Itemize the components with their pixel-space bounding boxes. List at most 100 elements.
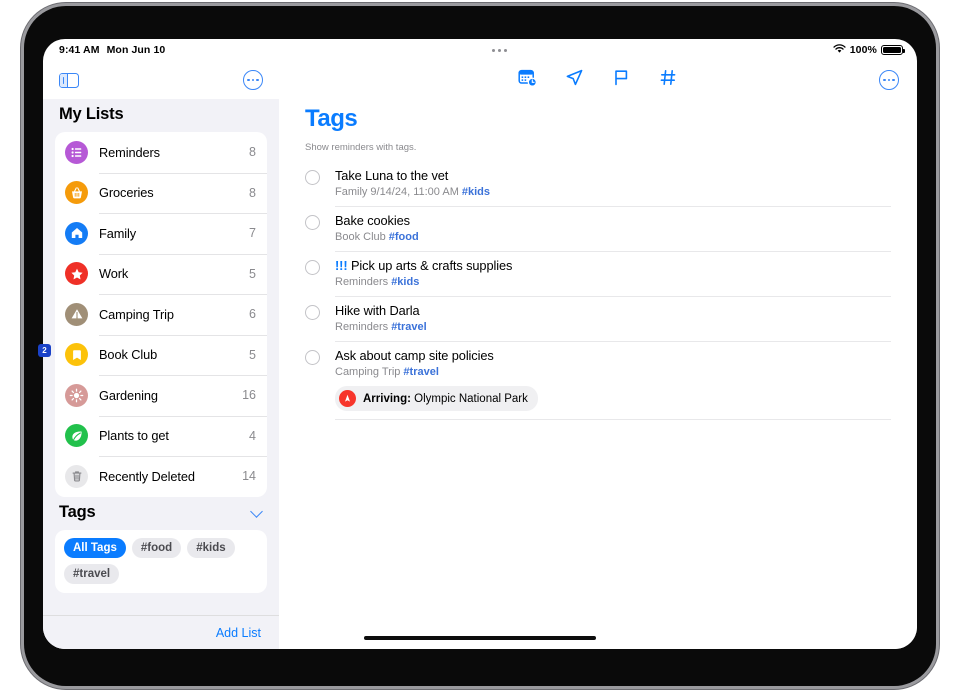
sidebar-list-item[interactable]: Family 7	[55, 213, 267, 254]
tags-section-header[interactable]: Tags	[55, 497, 267, 530]
star-icon	[65, 262, 88, 286]
reminder-row[interactable]: Ask about camp site policies Camping Tri…	[305, 341, 891, 419]
tag-chip[interactable]: #travel	[64, 563, 120, 584]
sidebar-list-label: Recently Deleted	[99, 468, 195, 484]
basket-icon	[65, 181, 88, 205]
sidebar-list-item[interactable]: Camping Trip 6	[55, 294, 267, 335]
app-content: My Lists Reminders 8 Groceries 8 Family 7 W…	[43, 61, 917, 649]
tag-chip[interactable]: #kids	[187, 537, 235, 558]
tag-chip[interactable]: All Tags	[64, 537, 126, 558]
location-alert-badge[interactable]: Arriving: Olympic National Park	[335, 386, 538, 411]
reminder-meta: Reminders #kids	[335, 276, 891, 288]
tags-hash-icon[interactable]	[659, 68, 678, 92]
sidebar-list-item[interactable]: Reminders 8	[55, 132, 267, 173]
main-toolbar	[279, 61, 917, 99]
tent-icon	[65, 302, 88, 326]
reminder-row[interactable]: Bake cookies Book Club #food	[305, 206, 891, 251]
chevron-down-icon[interactable]	[250, 504, 263, 518]
home-indicator[interactable]	[364, 635, 596, 640]
reminder-body: Hike with Darla Reminders #travel	[335, 303, 891, 333]
reminder-row[interactable]: !!! Pick up arts & crafts supplies Remin…	[305, 251, 891, 296]
reminder-body: !!! Pick up arts & crafts supplies Remin…	[335, 258, 891, 288]
today-location-arrow-icon[interactable]	[565, 68, 584, 92]
sun-sparkle-icon	[65, 383, 88, 407]
tag-chip[interactable]: #food	[131, 537, 182, 558]
reminder-title-text: Pick up arts & crafts supplies	[350, 258, 513, 273]
reminder-title: Ask about camp site policies	[335, 348, 891, 363]
reminder-title: Hike with Darla	[335, 303, 891, 318]
reminder-checkbox[interactable]	[305, 215, 320, 230]
multitasking-dots-icon[interactable]	[491, 48, 507, 52]
page-subtitle: Show reminders with tags.	[305, 142, 417, 153]
callout-marker-2: 2	[38, 344, 51, 357]
reminder-list: Take Luna to the vet Family 9/14/24, 11:0…	[279, 161, 917, 420]
status-bar-right: 100%	[833, 43, 906, 57]
reminder-checkbox[interactable]	[305, 260, 320, 275]
sidebar-list-label: Book Club	[99, 347, 158, 363]
sidebar-list-item[interactable]: Plants to get 4	[55, 415, 267, 457]
reminder-list-name: Reminders	[335, 321, 389, 333]
add-list-button[interactable]: Add List	[216, 626, 261, 640]
reminder-tag: #travel	[391, 321, 427, 333]
sidebar-list-item[interactable]: Work 5	[55, 253, 267, 295]
reminder-checkbox[interactable]	[305, 305, 320, 320]
house-icon	[65, 221, 88, 245]
status-date: Mon Jun 10	[106, 44, 166, 56]
reminder-row[interactable]: Hike with Darla Reminders #travel	[305, 296, 891, 341]
tag-chip-list: All Tags #food #kids #travel	[64, 537, 258, 584]
reminder-meta: Family 9/14/24, 11:00 AM #kids	[335, 186, 891, 198]
sidebar-more-ellipsis-icon[interactable]	[243, 70, 263, 90]
reminder-body: Ask about camp site policies Camping Tri…	[335, 348, 891, 411]
flagged-flag-icon[interactable]	[612, 68, 631, 92]
page-title: Tags	[305, 105, 358, 132]
reminder-checkbox[interactable]	[305, 170, 320, 185]
sidebar-list-label: Work	[99, 266, 129, 282]
battery-percent-label: 100%	[849, 44, 877, 56]
reminder-title: Bake cookies	[335, 213, 891, 228]
reminder-tag: #kids	[461, 186, 491, 198]
reminder-row[interactable]: Take Luna to the vet Family 9/14/24, 11:0…	[305, 161, 891, 206]
reminder-title-text: Ask about camp site policies	[335, 348, 494, 363]
main-panel: Tags Show reminders with tags. Take Luna…	[279, 61, 917, 649]
battery-full-icon	[881, 44, 906, 56]
sidebar-list-label: Gardening	[99, 387, 158, 403]
sidebar-list-count: 16	[242, 388, 256, 403]
screen: 9:41 AM Mon Jun 10 100% My Lists Reminde…	[43, 39, 917, 649]
sidebar-list-label: Groceries	[99, 185, 154, 201]
reminder-list-name: Reminders	[335, 276, 389, 288]
sidebar-list-count: 8	[249, 145, 256, 160]
sidebar-toolbar	[43, 61, 279, 99]
location-badge-value: Olympic National Park	[414, 392, 528, 405]
sidebar-list-label: Plants to get	[99, 428, 169, 444]
sidebar: My Lists Reminders 8 Groceries 8 Family 7 W…	[43, 61, 279, 649]
status-bar-left: 9:41 AM Mon Jun 10	[59, 44, 165, 56]
reminder-tag: #kids	[391, 276, 420, 288]
sidebar-list-count: 14	[242, 469, 256, 484]
reminder-list-name: Family	[335, 186, 368, 198]
sidebar-footer: Add List	[43, 615, 279, 649]
wifi-icon	[833, 43, 846, 57]
reminder-checkbox[interactable]	[305, 350, 320, 365]
reminder-meta: Reminders #travel	[335, 321, 891, 333]
reminder-date: 9/14/24, 11:00 AM	[370, 186, 459, 198]
sidebar-list-item[interactable]: Groceries 8	[55, 172, 267, 214]
tags-card: All Tags #food #kids #travel	[55, 529, 267, 593]
tags-heading: Tags	[59, 502, 96, 521]
reminder-tag: #food	[388, 231, 419, 243]
reminder-body: Bake cookies Book Club #food	[335, 213, 891, 243]
status-bar: 9:41 AM Mon Jun 10 100%	[43, 39, 917, 61]
leaf-icon	[65, 424, 88, 448]
sidebar-toggle-icon[interactable]	[59, 72, 79, 88]
sidebar-list-count: 7	[249, 226, 256, 241]
sidebar-list-item[interactable]: Gardening 16	[55, 375, 267, 416]
device-frame: 9:41 AM Mon Jun 10 100% My Lists Reminde…	[24, 6, 936, 686]
sidebar-list-item[interactable]: Recently Deleted 14	[55, 456, 267, 497]
my-lists-card: Reminders 8 Groceries 8 Family 7 Work 5 Camp…	[55, 132, 267, 497]
sidebar-list-item[interactable]: Book Club 5	[55, 334, 267, 376]
scheduled-calendar-icon[interactable]	[518, 68, 537, 92]
reminder-priority: !!!	[335, 258, 348, 273]
sidebar-list-label: Camping Trip	[99, 306, 174, 322]
reminder-body: Take Luna to the vet Family 9/14/24, 11:0…	[335, 168, 891, 198]
sidebar-list-count: 5	[249, 347, 256, 362]
reminder-list-name: Camping Trip	[335, 366, 401, 378]
